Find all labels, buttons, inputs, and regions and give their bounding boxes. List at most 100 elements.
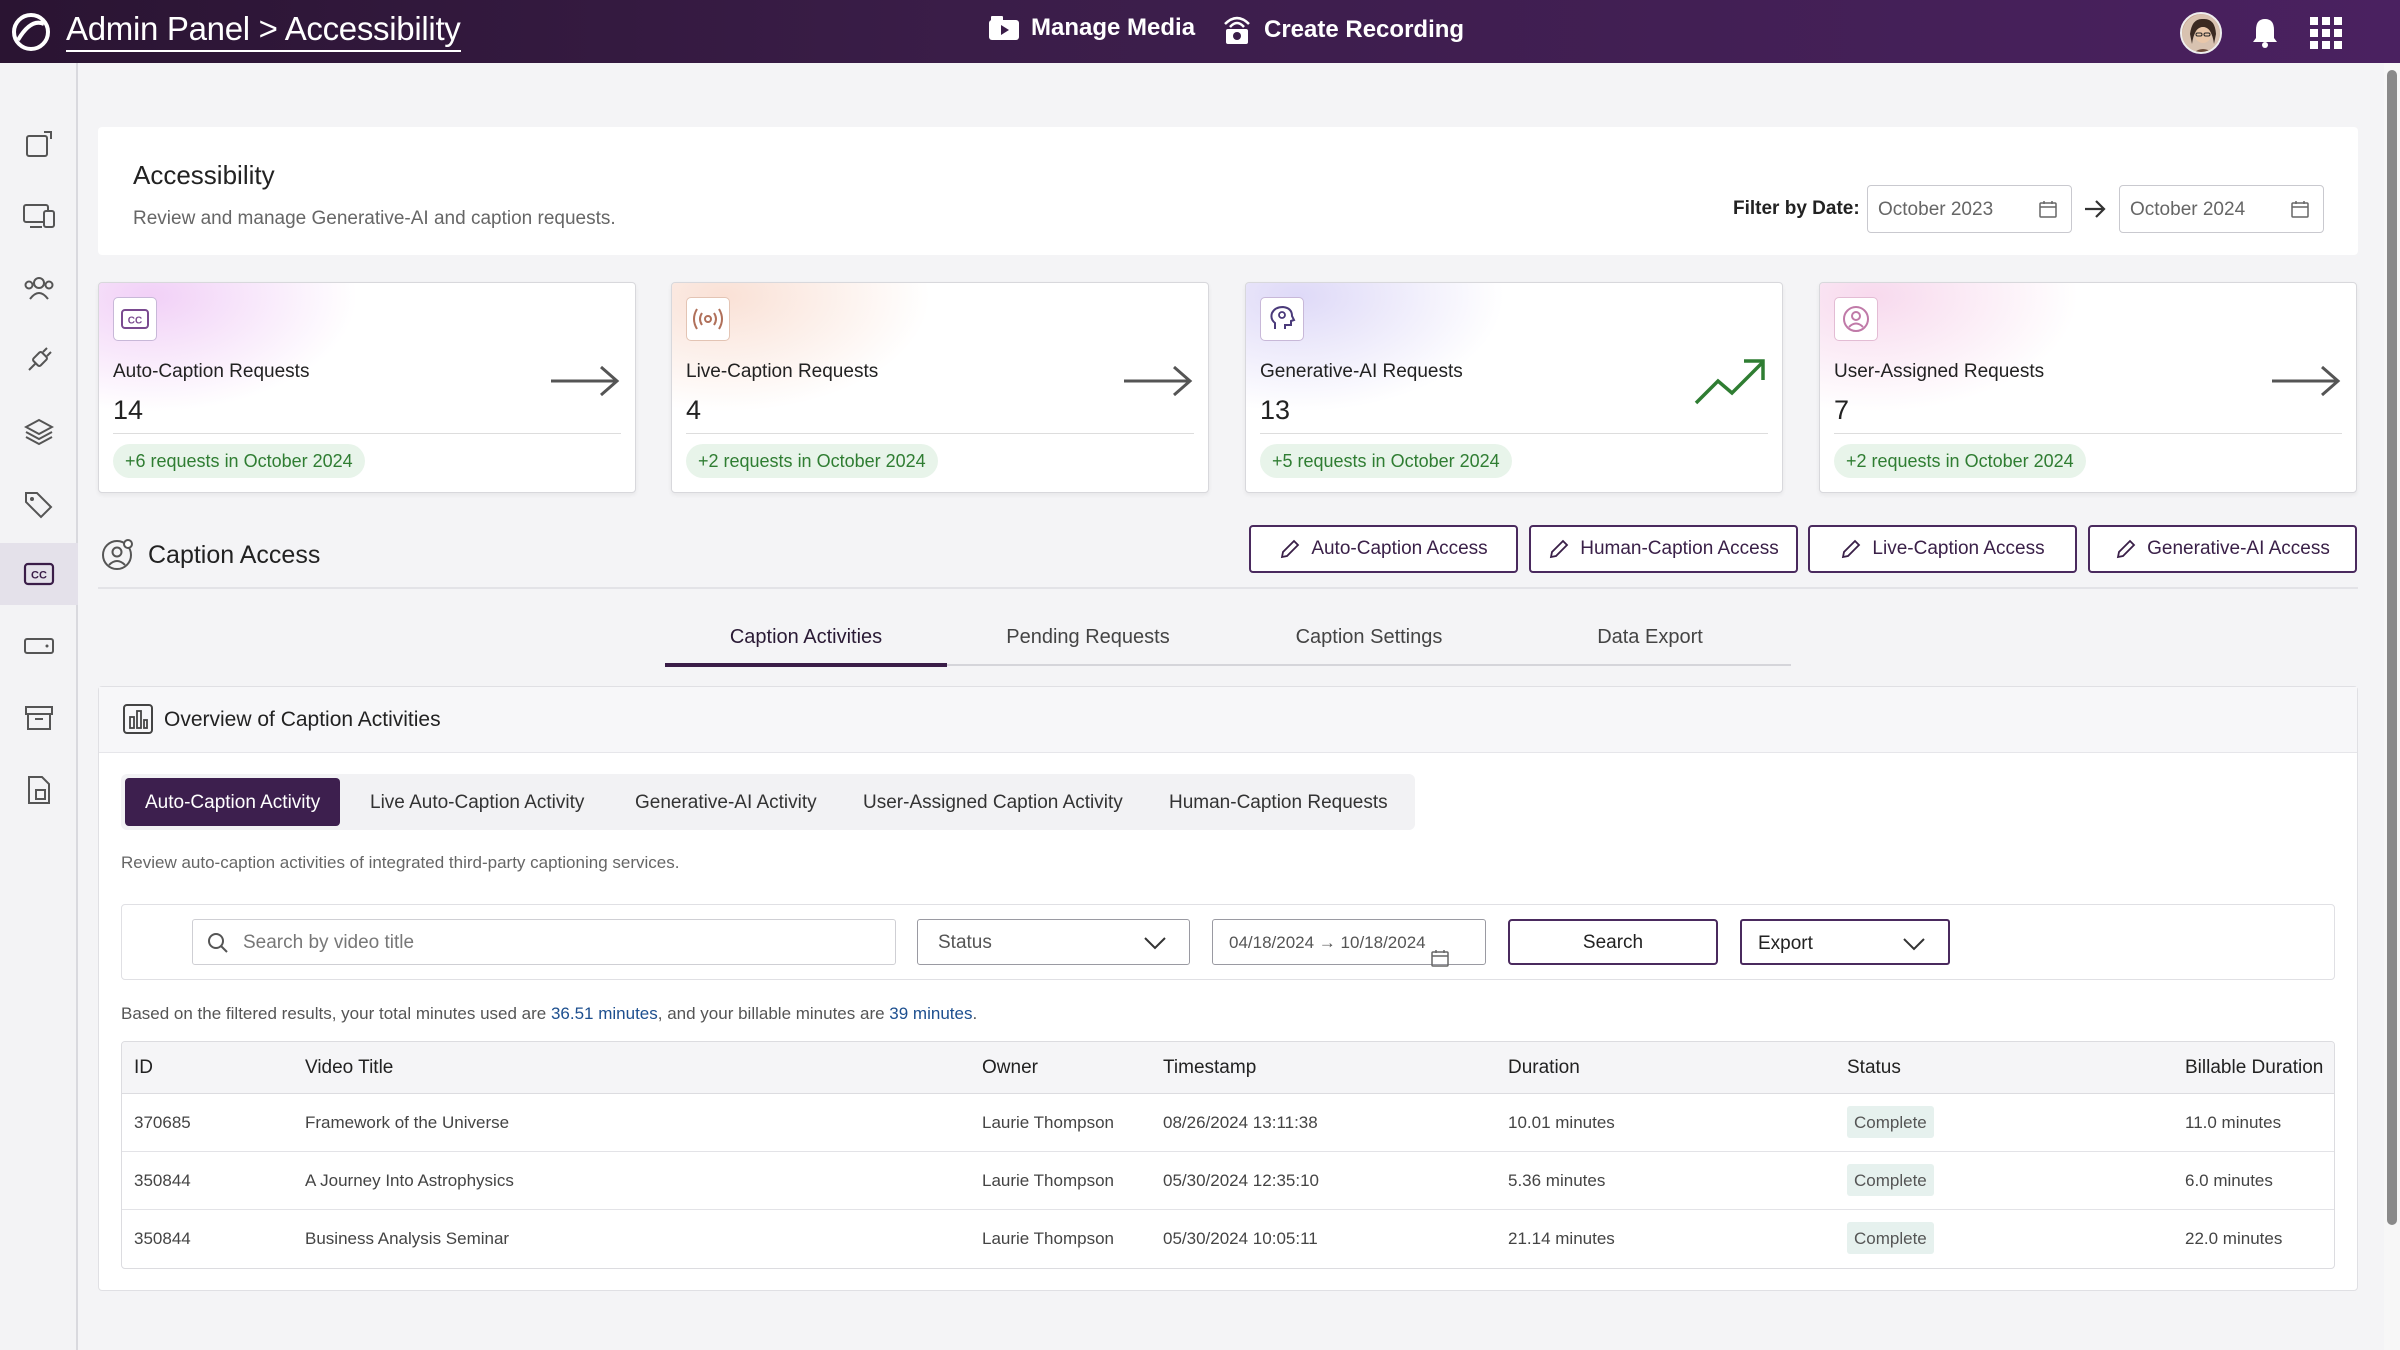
status-badge: Complete (1847, 1106, 1934, 1138)
stat-value: 14 (113, 395, 144, 425)
stat-card-generative-ai[interactable]: Generative-AI Requests 13 +5 requests in… (1245, 282, 1783, 493)
divider (686, 433, 1194, 434)
cell-video-title[interactable]: Business Analysis Seminar (305, 1229, 509, 1249)
cell-timestamp: 08/26/2024 13:11:38 (1163, 1113, 1318, 1132)
tab-pending-requests[interactable]: Pending Requests (947, 626, 1229, 649)
subtab-auto-caption-activity[interactable]: Auto-Caption Activity (125, 778, 341, 826)
arrow-right-icon (2083, 198, 2107, 220)
divider (1260, 433, 1768, 434)
status-badge: Complete (1847, 1222, 1934, 1254)
stat-card-auto-caption[interactable]: CC Auto-Caption Requests 14 +6 requests … (98, 282, 636, 493)
arrow-right-icon[interactable] (1122, 363, 1194, 399)
layers-icon (24, 417, 54, 447)
button-label: Auto-Caption Access (1311, 538, 1488, 559)
manage-media-link[interactable]: Manage Media (987, 14, 1195, 42)
stat-delta-badge: +2 requests in October 2024 (686, 444, 938, 478)
subtab-human-caption-requests[interactable]: Human-Caption Requests (1155, 784, 1402, 820)
date-to-field[interactable]: October 2024 (2119, 185, 2324, 233)
bell-icon[interactable] (2250, 16, 2280, 48)
sidebar-item-reports[interactable] (0, 759, 78, 821)
tab-caption-activities[interactable]: Caption Activities (665, 626, 947, 649)
column-header-id[interactable]: ID (134, 1057, 153, 1079)
subtab-generative-ai-activity[interactable]: Generative-AI Activity (621, 784, 831, 820)
report-icon (24, 774, 54, 806)
date-from-field[interactable]: October 2023 (1867, 185, 2072, 233)
scrollbar-thumb[interactable] (2387, 70, 2397, 1225)
sidebar-item-integrations[interactable] (0, 329, 78, 391)
stat-card-live-caption[interactable]: Live-Caption Requests 4 +2 requests in O… (671, 282, 1209, 493)
sidebar-item-devices[interactable] (0, 185, 78, 247)
cell-id: 370685 (134, 1113, 191, 1132)
cell-duration: 21.14 minutes (1508, 1229, 1615, 1248)
tab-data-export[interactable]: Data Export (1509, 626, 1791, 649)
manage-media-label: Manage Media (1031, 14, 1196, 41)
status-select-value: Status (938, 932, 992, 953)
auto-caption-access-button[interactable]: Auto-Caption Access (1249, 525, 1518, 573)
cell-timestamp: 05/30/2024 12:35:10 (1163, 1171, 1319, 1190)
column-header-status[interactable]: Status (1847, 1057, 1901, 1079)
create-recording-link[interactable]: Create Recording (1220, 14, 1464, 46)
generative-ai-access-button[interactable]: Generative-AI Access (2088, 525, 2357, 573)
page-title: Accessibility (133, 160, 275, 190)
arrow-right-icon[interactable] (549, 363, 621, 399)
column-header-timestamp[interactable]: Timestamp (1163, 1057, 1256, 1079)
column-header-owner[interactable]: Owner (982, 1057, 1038, 1079)
cell-owner: Laurie Thompson (982, 1229, 1114, 1248)
summary-middle: , and your billable minutes are (657, 1004, 890, 1023)
stat-delta-badge: +2 requests in October 2024 (1834, 444, 2086, 478)
date-range-field[interactable]: 04/18/2024 → 10/18/2024 (1212, 919, 1486, 967)
avatar[interactable] (2180, 12, 2222, 54)
table-row[interactable]: 350844 Business Analysis Seminar Laurie … (122, 1210, 2334, 1268)
user-settings-icon (100, 538, 134, 572)
top-bar: Admin Panel > Accessibility Manage Media… (0, 0, 2400, 63)
summary-prefix: Based on the filtered results, your tota… (121, 1004, 551, 1023)
divider (98, 587, 2358, 589)
broadcast-icon (686, 297, 730, 341)
tab-caption-settings[interactable]: Caption Settings (1228, 626, 1510, 649)
column-header-duration[interactable]: Duration (1508, 1057, 1580, 1079)
apps-grid-icon[interactable] (2309, 16, 2343, 50)
search-input[interactable]: Search by video title (192, 919, 896, 965)
sidebar-item-users[interactable] (0, 257, 78, 319)
sidebar-item-dashboard[interactable] (0, 113, 78, 175)
sidebar-item-archive[interactable] (0, 687, 78, 749)
stat-value: 7 (1834, 395, 1850, 425)
arrow-right-icon[interactable] (2270, 363, 2342, 399)
trending-up-icon[interactable] (1692, 355, 1768, 409)
stat-label: User-Assigned Requests (1834, 361, 2045, 382)
cell-duration: 5.36 minutes (1508, 1171, 1606, 1190)
sidebar-item-accessibility[interactable]: CC (0, 543, 78, 605)
cell-id: 350844 (134, 1229, 191, 1248)
closed-caption-icon: CC (23, 562, 55, 586)
breadcrumb[interactable]: Admin Panel > Accessibility (66, 10, 461, 52)
overview-description: Review auto-caption activities of integr… (121, 853, 680, 872)
sidebar-item-layers[interactable] (0, 401, 78, 463)
export-dropdown[interactable]: Export (1740, 919, 1950, 965)
pencil-icon (1548, 538, 1580, 560)
archive-icon (23, 703, 55, 733)
sidebar-item-storage[interactable] (0, 615, 78, 677)
human-caption-access-button[interactable]: Human-Caption Access (1529, 525, 1798, 573)
overview-title: Overview of Caption Activities (164, 708, 441, 731)
column-header-video-title[interactable]: Video Title (305, 1057, 393, 1079)
live-caption-access-button[interactable]: Live-Caption Access (1808, 525, 2077, 573)
sidebar-item-tags[interactable] (0, 473, 78, 535)
table-row[interactable]: 370685 Framework of the Universe Laurie … (122, 1094, 2334, 1152)
logo-icon[interactable] (8, 10, 54, 54)
stat-delta-badge: +6 requests in October 2024 (113, 444, 365, 478)
cell-billable-duration: 11.0 minutes (2185, 1113, 2282, 1132)
subtab-user-assigned-caption-activity[interactable]: User-Assigned Caption Activity (849, 784, 1137, 820)
column-header-billable-duration[interactable]: Billable Duration (2185, 1057, 2323, 1079)
devices-icon (22, 201, 56, 231)
filter-by-date-label: Filter by Date: (1733, 198, 1860, 219)
stat-card-user-assigned[interactable]: User-Assigned Requests 7 +2 requests in … (1819, 282, 2357, 493)
sidebar: CC (0, 63, 78, 1350)
date-to-value: October 2024 (2130, 199, 2246, 220)
subtab-live-auto-caption-activity[interactable]: Live Auto-Caption Activity (356, 784, 598, 820)
search-button[interactable]: Search (1508, 919, 1718, 965)
summary-suffix: . (972, 1004, 978, 1023)
table-row[interactable]: 350844 A Journey Into Astrophysics Lauri… (122, 1152, 2334, 1210)
status-select[interactable]: Status (917, 919, 1190, 965)
cell-video-title[interactable]: Framework of the Universe (305, 1113, 509, 1133)
cell-video-title[interactable]: A Journey Into Astrophysics (305, 1171, 514, 1191)
